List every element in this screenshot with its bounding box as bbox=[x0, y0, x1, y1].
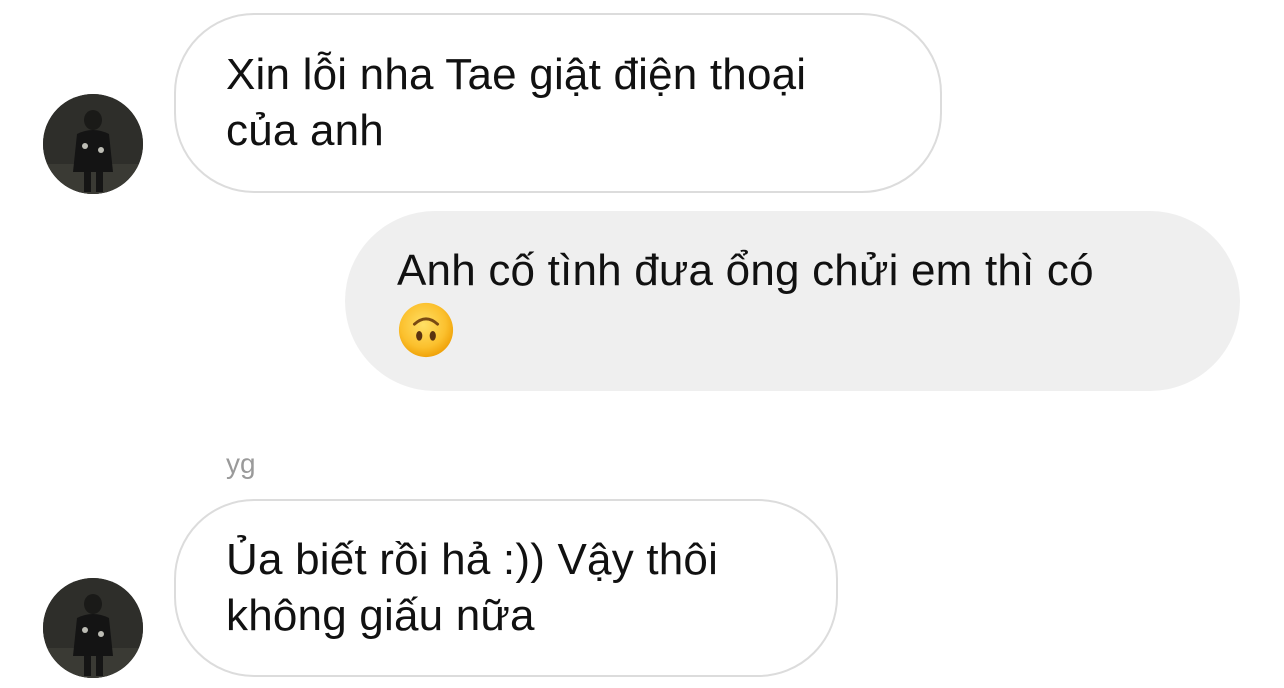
message-text-line: không giấu nữa bbox=[226, 591, 535, 640]
message-bubble-incoming[interactable]: Xin lỗi nha Tae giật điện thoại của anh bbox=[174, 13, 942, 193]
message-bubble-outgoing[interactable]: Anh cố tình đưa ổng chửi em thì có bbox=[345, 211, 1240, 391]
avatar[interactable] bbox=[43, 94, 143, 194]
message-text-line: Anh cố tình đưa ổng chửi em thì có bbox=[397, 246, 1094, 295]
avatar[interactable] bbox=[43, 578, 143, 678]
upside-down-face-icon bbox=[397, 301, 455, 359]
profile-photo-icon bbox=[43, 578, 143, 678]
sender-name: yg bbox=[226, 448, 256, 479]
message-text-line: của anh bbox=[226, 106, 384, 155]
message-text-line: Ủa biết rồi hả :)) Vậy thôi bbox=[226, 535, 719, 584]
message-text-line: Xin lỗi nha Tae giật điện thoại bbox=[226, 50, 807, 99]
message-bubble-incoming[interactable]: Ủa biết rồi hả :)) Vậy thôi không giấu n… bbox=[174, 499, 838, 677]
chat-thread: Xin lỗi nha Tae giật điện thoại của anh … bbox=[0, 0, 1284, 688]
profile-photo-icon bbox=[43, 94, 143, 194]
